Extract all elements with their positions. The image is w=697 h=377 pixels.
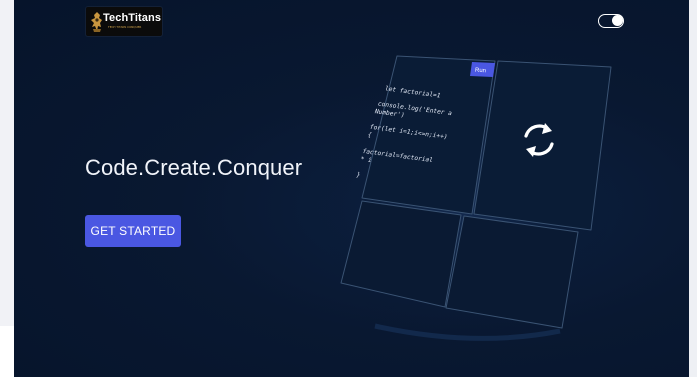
code-line: } — [355, 171, 361, 179]
hero-headline: Code.Create.Conquer — [85, 155, 303, 180]
brand-logo[interactable]: TechTitans TECH TITANS CONQUER — [86, 7, 162, 36]
theme-toggle[interactable] — [598, 14, 624, 28]
page-edge — [689, 0, 697, 377]
brand-tagline: TECH TITANS CONQUER — [108, 25, 142, 29]
page-backdrop — [0, 326, 14, 377]
toggle-knob — [612, 15, 623, 26]
code-line: * i — [360, 156, 372, 164]
output-panel — [473, 60, 612, 231]
brand-name: TechTitans — [103, 12, 162, 24]
run-button-label: Run — [475, 68, 486, 75]
code-editor-mockup: Run let factorial=1 console.log('Enter a… — [315, 48, 615, 348]
get-started-button[interactable]: GET STARTED — [85, 215, 181, 247]
bottom-right-panel — [445, 215, 579, 329]
run-button[interactable]: Run — [470, 62, 495, 77]
hero-section: TechTitans TECH TITANS CONQUER Code.Crea… — [14, 0, 697, 377]
